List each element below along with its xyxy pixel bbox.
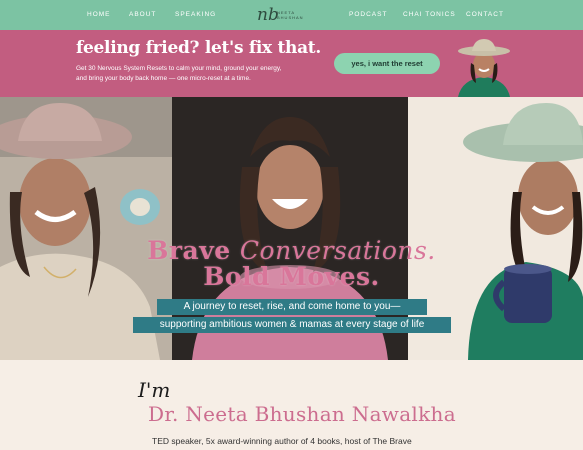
promo-subtext-line2: and bring your body back home — one micr…	[76, 75, 251, 82]
intro-bio-text: TED speaker, 5x award-winning author of …	[152, 436, 412, 446]
promo-subtext: Get 30 Nervous System Resets to calm you…	[76, 64, 326, 84]
logo-monogram: nb	[257, 5, 279, 25]
nav-contact-link[interactable]: CONTACT	[466, 11, 504, 18]
top-nav: HOME ABOUT SPEAKING nb NEETA BHUSHAN POD…	[0, 0, 583, 30]
logo-wordmark: NEETA BHUSHAN	[277, 10, 304, 20]
nav-home-link[interactable]: HOME	[87, 11, 111, 18]
promo-headline: feeling fried? let's fix that.	[76, 38, 321, 58]
hero-headline-word2: Conversations.	[239, 236, 436, 265]
nav-chai-tonics-link[interactable]: CHAI TONICS	[403, 11, 456, 18]
hero-headline-word1: Brave	[147, 236, 231, 265]
reset-cta-button[interactable]: yes, i want the reset	[334, 53, 440, 74]
promo-portrait-photo	[452, 35, 516, 97]
hero-headline-line1: Brave Conversations.	[0, 237, 583, 265]
nav-podcast-link[interactable]: PODCAST	[349, 11, 387, 18]
hero-headline-line2: Bold Moves.	[203, 262, 380, 291]
nav-about-link[interactable]: ABOUT	[129, 11, 156, 18]
intro-name-heading: Dr. Neeta Bhushan Nawalkha	[148, 402, 456, 426]
logo-name-line2: BHUSHAN	[277, 15, 304, 20]
site-logo[interactable]: nb NEETA BHUSHAN	[257, 4, 309, 26]
hero-tagline-line2: supporting ambitious women & mamas at ev…	[133, 317, 451, 333]
nav-speaking-link[interactable]: SPEAKING	[175, 11, 216, 18]
promo-subtext-line1: Get 30 Nervous System Resets to calm you…	[76, 65, 282, 72]
hero-tagline-line1: A journey to reset, rise, and come home …	[157, 299, 427, 315]
intro-im-script: I'm	[138, 378, 171, 402]
